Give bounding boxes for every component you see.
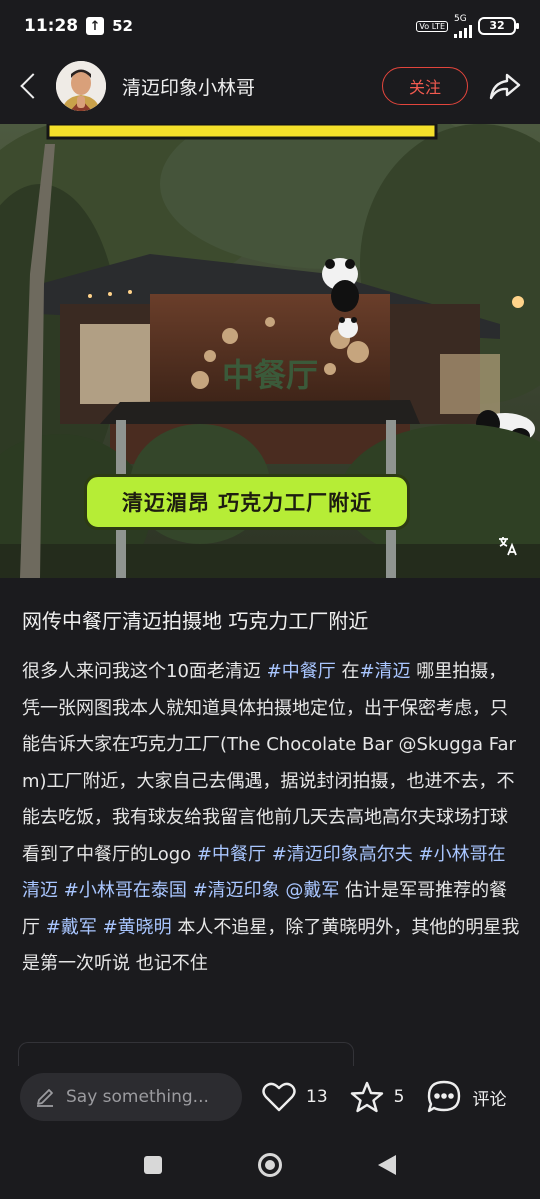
signal-icon [454,24,472,38]
hashtag-link[interactable]: #清迈 [359,661,410,682]
volte-icon: Vo LTE [416,20,448,32]
hashtag-link[interactable]: #黄晓明 [103,917,172,938]
body-text-segment: 哪里拍摄，凭一张网图我本人就知道具体拍摄地定位，出于保密考虑，只能告诉大家在巧克… [22,661,516,865]
translate-icon[interactable] [496,534,520,558]
hashtag-link[interactable]: #清迈印象 [193,880,280,901]
hashtag-link[interactable]: #中餐厅 [197,844,266,865]
comment-label: 评论 [472,1089,507,1110]
follow-button[interactable]: 关注 [382,67,468,105]
system-nav-bar [0,1130,540,1199]
post-body: 很多人来问我这个10面老清迈 #中餐厅 在#清迈 哪里拍摄，凭一张网图我本人就知… [22,654,522,983]
hashtag-link[interactable]: #戴军 [46,917,97,938]
post-header: 清迈印象小林哥 关注 [0,52,540,120]
comment-placeholder: Say something... [66,1087,209,1107]
post-image[interactable]: 中餐厅 清迈湄昂 巧克力工厂附近 [0,124,540,578]
pencil-icon [37,1089,53,1107]
author-name[interactable]: 清迈印象小林哥 [122,73,255,100]
related-card-edge [18,1042,354,1066]
collect-button[interactable]: 5 [350,1080,405,1114]
restaurant-sign: 中餐厅 [222,356,318,394]
notification-count: 52 [112,17,133,35]
share-icon[interactable] [488,69,522,103]
network-type: 5G [454,13,467,24]
body-text-segment: 很多人来问我这个10面老清迈 [22,661,267,682]
comment-input[interactable]: Say something... [20,1073,242,1121]
heart-icon [262,1082,296,1112]
author-avatar[interactable] [56,61,106,111]
system-back-button[interactable] [378,1154,396,1175]
hashtag-link[interactable]: #清迈印象高尔夫 [272,844,413,865]
upload-arrow-icon: ↑ [86,17,105,35]
battery-icon: 32 [478,17,519,35]
comment-bubble-icon [428,1080,461,1113]
hashtag-link[interactable]: #小林哥在泰国 [64,880,187,901]
image-caption-box: 清迈湄昂 巧克力工厂附近 [84,474,410,530]
star-count: 5 [393,1087,405,1107]
back-button[interactable] [18,71,40,101]
like-button[interactable]: 13 [262,1081,328,1113]
post-title: 网传中餐厅清迈拍摄地 巧克力工厂附近 [22,609,369,633]
home-button[interactable] [258,1152,282,1177]
recent-apps-button[interactable] [144,1155,162,1174]
comment-button[interactable]: 评论 [426,1079,506,1115]
hashtag-link[interactable]: #中餐厅 [267,661,336,682]
bottom-action-bar: Say something... 13 5 评论 [0,1066,540,1128]
status-time: 11:28 [24,16,79,36]
star-icon [350,1081,383,1113]
like-count: 13 [306,1087,328,1107]
hashtag-link[interactable]: @戴军 [285,880,339,901]
body-text-segment: 在 [335,661,360,682]
status-bar: 11:28 ↑ 52 Vo LTE 5G 32 [0,0,540,52]
